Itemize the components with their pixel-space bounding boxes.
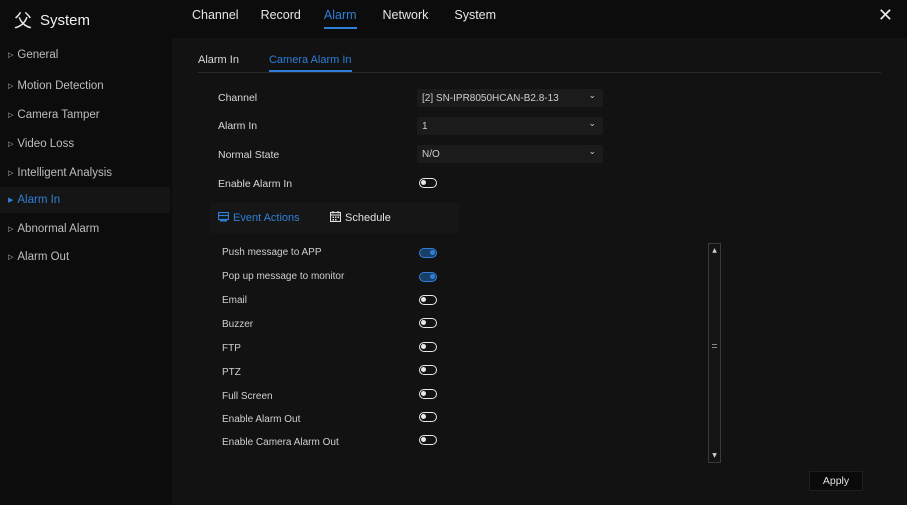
sidebar-item-motion-detection[interactable]: ▷ Motion Detection [0,73,170,99]
chevron-down-icon: ⌄ [588,147,596,157]
channel-select[interactable]: [2] SN-IPR8050HCAN-B2.8-13 ⌄ [417,89,603,107]
push-message-toggle[interactable] [419,248,437,258]
tab-network[interactable]: Network [383,8,429,29]
toggle-knob [421,297,426,302]
tab-channel[interactable]: Channel [192,8,239,29]
alarm-in-select[interactable]: 1 ⌄ [417,117,603,135]
toggle-knob [430,274,435,279]
system-logo-icon: ⽗ [14,11,32,32]
main-tabs: Channel Record Alarm Network System [192,8,496,29]
full-screen-toggle[interactable] [419,389,437,399]
sidebar-item-label: Motion Detection [17,80,104,92]
triangle-right-icon: ▷ [8,169,14,177]
chevron-down-icon: ⌄ [588,91,596,101]
sidebar-item-label: Intelligent Analysis [17,167,113,179]
triangle-right-icon: ▷ [8,253,14,261]
close-icon[interactable]: ✕ [878,5,893,26]
sidebar-item-label: General [17,49,59,61]
action-enable-alarm-out-label: Enable Alarm Out [222,414,301,425]
scroll-down-icon[interactable]: ▼ [710,451,719,460]
sub-tabs-divider [198,72,881,73]
tab-event-actions[interactable]: Event Actions [217,203,300,233]
ftp-toggle[interactable] [419,342,437,352]
triangle-right-icon: ▷ [8,140,14,148]
toggle-knob [421,320,426,325]
sidebar: ▷ General ▷ Motion Detection ▷ Camera Ta… [0,38,170,505]
action-full-screen-label: Full Screen [222,391,273,402]
normal-state-value: N/O [422,148,440,160]
normal-state-label: Normal State [218,149,280,161]
sidebar-item-intelligent-analysis[interactable]: ▷ Intelligent Analysis [0,160,170,186]
sidebar-item-label: Abnormal Alarm [17,223,100,235]
enable-alarm-out-toggle[interactable] [419,412,437,422]
sidebar-item-abnormal-alarm[interactable]: ▷ Abnormal Alarm [0,216,170,242]
chevron-down-icon: ⌄ [588,119,596,129]
action-ftp-label: FTP [222,343,241,354]
action-email-label: Email [222,295,248,306]
toggle-knob [421,180,426,185]
channel-value: [2] SN-IPR8050HCAN-B2.8-13 [422,92,559,104]
sidebar-item-label: Alarm In [17,194,61,206]
tab-camera-alarm-in[interactable]: Camera Alarm In [268,54,352,72]
event-actions-label: Event Actions [233,212,300,224]
sidebar-item-label: Video Loss [17,138,75,150]
main-panel: Alarm In Camera Alarm In Channel [2] SN-… [172,38,907,505]
scroll-up-icon[interactable]: ▲ [710,246,719,255]
enable-alarm-in-label: Enable Alarm In [218,178,293,190]
tab-alarm[interactable]: Alarm [323,8,357,29]
actions-scrollbar[interactable]: ▲ ▼ [708,243,721,463]
triangle-right-icon: ▷ [8,82,14,90]
action-popup-message-label: Pop up message to monitor [222,271,345,282]
toggle-knob [430,250,435,255]
action-enable-camera-alarm-out-label: Enable Camera Alarm Out [222,437,339,448]
action-buzzer-label: Buzzer [222,319,254,330]
sidebar-item-general[interactable]: ▷ General [0,42,170,68]
sidebar-item-alarm-in[interactable]: ▶ Alarm In [0,187,170,213]
toggle-knob [421,344,426,349]
sub-tabs: Alarm In Camera Alarm In [198,54,352,72]
top-bar: ⽗ System Channel Record Alarm Network Sy… [0,0,907,38]
sidebar-item-label: Camera Tamper [17,109,100,121]
triangle-right-icon: ▷ [8,225,14,233]
triangle-right-icon: ▷ [8,111,14,119]
email-toggle[interactable] [419,295,437,305]
app-logo: ⽗ System [14,7,90,33]
calendar-icon [329,211,342,225]
tab-record[interactable]: Record [261,8,301,29]
enable-camera-alarm-out-toggle[interactable] [419,435,437,445]
schedule-label: Schedule [345,212,391,224]
action-push-message-label: Push message to APP [222,247,322,258]
tab-schedule[interactable]: Schedule [329,203,391,233]
toggle-knob [421,391,426,396]
app-title: System [40,11,91,29]
apply-button[interactable]: Apply [809,471,863,491]
action-tabs: Event Actions Schedule [210,203,459,233]
scroll-grip-icon[interactable] [712,344,717,348]
toggle-knob [421,367,426,372]
sidebar-item-alarm-out[interactable]: ▷ Alarm Out [0,244,170,270]
alarm-in-value: 1 [422,120,428,132]
enable-alarm-in-toggle[interactable] [419,178,437,188]
toggle-knob [421,414,426,419]
buzzer-toggle[interactable] [419,318,437,328]
sidebar-item-video-loss[interactable]: ▷ Video Loss [0,131,170,157]
tab-system[interactable]: System [454,8,496,29]
ptz-toggle[interactable] [419,365,437,375]
alarm-in-label: Alarm In [218,120,258,132]
sidebar-item-label: Alarm Out [17,251,70,263]
sidebar-item-camera-tamper[interactable]: ▷ Camera Tamper [0,102,170,128]
tab-alarm-in[interactable]: Alarm In [198,54,239,72]
channel-label: Channel [218,92,258,104]
normal-state-select[interactable]: N/O ⌄ [417,145,603,163]
toggle-knob [421,437,426,442]
triangle-right-filled-icon: ▶ [8,196,14,204]
event-actions-icon [217,211,230,225]
triangle-right-icon: ▷ [8,51,14,59]
action-ptz-label: PTZ [222,367,241,378]
popup-message-toggle[interactable] [419,272,437,282]
